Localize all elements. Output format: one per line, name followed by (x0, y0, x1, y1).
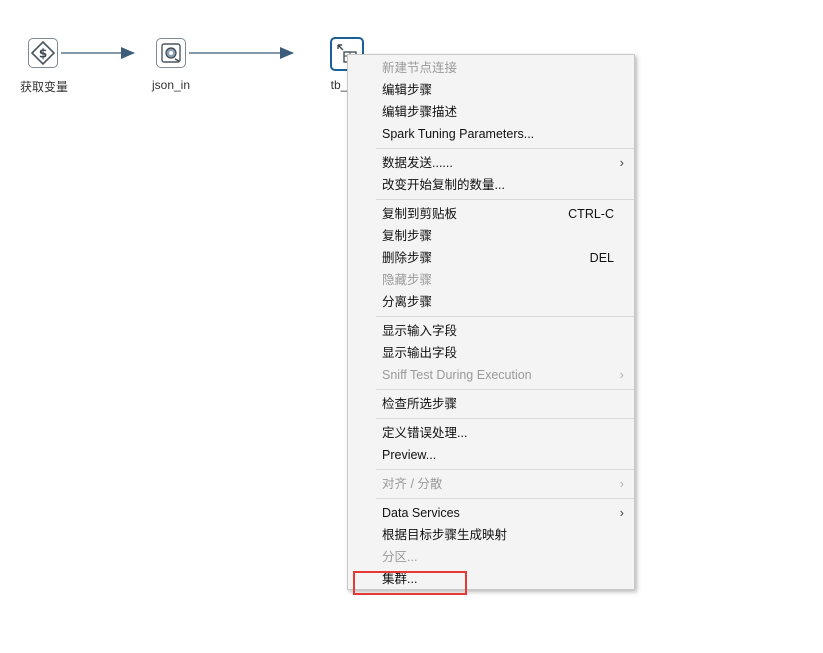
step-json-in[interactable] (156, 38, 186, 68)
hop-arrow-2 (280, 47, 294, 59)
menu-item-label: 数据发送...... (382, 156, 453, 170)
menu-item-label: Spark Tuning Parameters... (382, 127, 535, 141)
menu-item-label: 对齐 / 分散 (382, 477, 443, 491)
menu-item[interactable]: 显示输入字段 (348, 320, 634, 342)
menu-item-label: 分离步骤 (382, 295, 433, 309)
menu-item-shortcut: DEL (589, 251, 614, 265)
menu-item-label: 复制到剪贴板 (382, 207, 458, 221)
step-label-table-output: tb_ (330, 78, 348, 92)
menu-item[interactable]: 根据目标步骤生成映射 (348, 524, 634, 546)
menu-item: 隐藏步骤 (348, 269, 634, 291)
chevron-right-icon: › (619, 505, 624, 520)
menu-item-label: Data Services (382, 506, 460, 520)
step-get-variable[interactable]: $ (28, 38, 58, 68)
menu-item[interactable]: 编辑步骤描述 (348, 101, 634, 123)
menu-item-shortcut: CTRL-C (568, 207, 614, 221)
menu-item[interactable]: 检查所选步骤 (348, 393, 634, 415)
menu-item[interactable]: 复制步骤 (348, 225, 634, 247)
step-label-json-in: json_in (151, 78, 191, 92)
menu-item-label: 显示输入字段 (382, 324, 458, 338)
menu-item-label: 根据目标步骤生成映射 (382, 528, 508, 542)
highlight-annotation-box (353, 571, 467, 595)
menu-item-label: Preview... (382, 448, 437, 462)
menu-separator (376, 389, 634, 390)
chevron-right-icon: › (619, 155, 624, 170)
menu-item-label: 编辑步骤描述 (382, 105, 458, 119)
menu-item-label: 检查所选步骤 (382, 397, 458, 411)
menu-item-label: 显示输出字段 (382, 346, 458, 360)
menu-item[interactable]: 显示输出字段 (348, 342, 634, 364)
svg-text:$: $ (39, 47, 47, 61)
menu-separator (376, 418, 634, 419)
menu-item[interactable]: 定义错误处理... (348, 422, 634, 444)
chevron-right-icon: › (619, 367, 624, 382)
menu-separator (376, 498, 634, 499)
menu-separator (376, 199, 634, 200)
menu-item[interactable]: 分离步骤 (348, 291, 634, 313)
menu-item: 对齐 / 分散 › (348, 473, 634, 495)
menu-item[interactable]: 复制到剪贴板 CTRL-C (348, 203, 634, 225)
menu-item[interactable]: 删除步骤 DEL (348, 247, 634, 269)
menu-item-label: 改变开始复制的数量... (382, 178, 505, 192)
dollar-diamond-icon: $ (31, 41, 55, 65)
menu-item: Sniff Test During Execution › (348, 364, 634, 386)
menu-item-label: 新建节点连接 (382, 61, 458, 75)
menu-item-label: 定义错误处理... (382, 426, 468, 440)
menu-item-label: Sniff Test During Execution (382, 368, 532, 382)
step-context-menu: 新建节点连接 编辑步骤编辑步骤描述 Spark Tuning Parameters.… (347, 54, 635, 590)
json-input-icon (161, 43, 181, 63)
menu-item-label: 删除步骤 (382, 251, 433, 265)
menu-item[interactable]: Data Services › (348, 502, 634, 524)
menu-separator (376, 148, 634, 149)
hop-arrow-1 (121, 47, 135, 59)
menu-item-label: 编辑步骤 (382, 83, 433, 97)
menu-separator (376, 469, 634, 470)
menu-item-label: 分区... (382, 550, 418, 564)
chevron-right-icon: › (619, 476, 624, 491)
menu-item[interactable]: 数据发送...... › (348, 152, 634, 174)
menu-separator (376, 316, 634, 317)
step-label-get-variable: 获取变量 (19, 80, 69, 94)
menu-item-label: 隐藏步骤 (382, 273, 433, 287)
menu-item[interactable]: Preview... (348, 444, 634, 466)
menu-item: 分区... (348, 546, 634, 568)
menu-item: 新建节点连接 (348, 57, 634, 79)
menu-item[interactable]: Spark Tuning Parameters... (348, 123, 634, 145)
menu-item-label: 复制步骤 (382, 229, 433, 243)
menu-item[interactable]: 编辑步骤 (348, 79, 634, 101)
menu-item[interactable]: 改变开始复制的数量... (348, 174, 634, 196)
